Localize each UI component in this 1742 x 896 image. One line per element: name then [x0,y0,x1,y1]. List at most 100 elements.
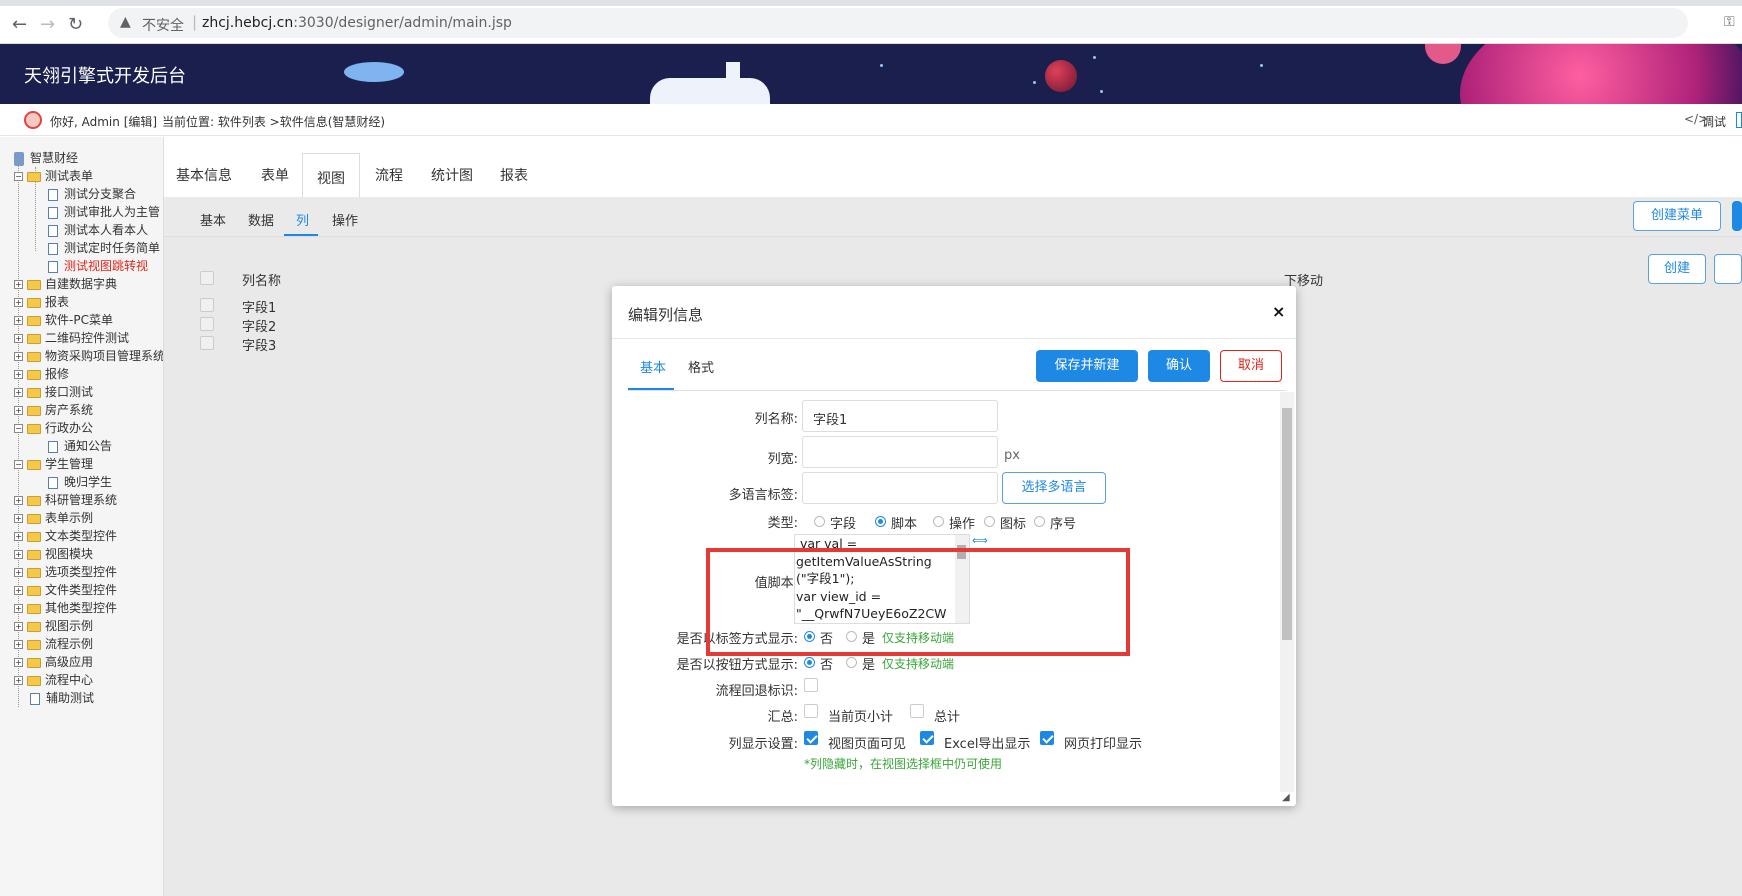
tree-item[interactable]: + 其他类型控件 [14,599,117,617]
expand-icon[interactable]: + [14,496,23,505]
close-icon[interactable]: × [1272,302,1285,321]
subtab-columns[interactable]: 列 [296,210,309,229]
expand-icon[interactable]: + [14,658,23,667]
tree-item[interactable]: 测试审批人为主管 [48,203,160,221]
tree-item[interactable]: + 流程中心 [14,671,93,689]
tree-item[interactable]: + 流程示例 [14,635,93,653]
flow-back-checkbox[interactable] [804,678,818,692]
subtab-actions[interactable]: 操作 [332,210,358,229]
tree-item[interactable]: + 二维码控件测试 [14,329,129,347]
expand-icon[interactable]: + [14,550,23,559]
tree-item[interactable]: + 科研管理系统 [14,491,117,509]
security-label[interactable]: 不安全 [142,15,184,35]
expand-icon[interactable]: + [14,676,23,685]
tab-view[interactable]: 视图 [302,153,360,202]
resize-handle-icon[interactable]: ◢ [1282,792,1290,803]
row-checkbox[interactable] [200,317,214,331]
tree-item[interactable]: 晚归学生 [48,473,112,491]
type-radio-icon[interactable] [984,516,995,527]
tree-item[interactable]: + 选项类型控件 [14,563,117,581]
subtab-basic[interactable]: 基本 [200,210,226,229]
create-menu-button[interactable]: 创建菜单 [1633,201,1721,231]
tree-item[interactable]: + 文件类型控件 [14,581,117,599]
dialog-scroll-thumb[interactable] [1282,408,1292,640]
address-bar[interactable]: ▲ 不安全 | zhcj.hebcj.cn:3030/designer/admi… [108,8,1688,38]
save-and-new-button[interactable]: 保存并新建 [1036,350,1138,382]
confirm-button[interactable]: 确认 [1148,350,1210,382]
type-radio-serial[interactable] [1034,516,1045,527]
tree-item[interactable]: − 测试表单 [14,167,93,185]
select-all-checkbox[interactable] [200,271,214,285]
row-checkbox[interactable] [200,298,214,312]
forward-icon[interactable]: → [40,14,55,35]
summary-page-checkbox[interactable] [804,704,818,718]
expand-icon[interactable]: + [14,406,23,415]
tree-item[interactable]: + 表单示例 [14,509,93,527]
expand-icon[interactable]: + [14,532,23,541]
dialog-tab-basic[interactable]: 基本 [640,357,666,376]
expand-icon[interactable]: + [14,334,23,343]
tree-item[interactable]: + 视图示例 [14,617,93,635]
expand-icon[interactable]: + [14,568,23,577]
expand-icon[interactable]: + [14,640,23,649]
type-radio-action[interactable] [933,516,944,527]
tree-item-active[interactable]: 测试视图跳转视 [48,257,148,275]
i18n-input[interactable] [802,472,998,504]
tree-item[interactable]: 辅助测试 [30,689,94,707]
tree-item[interactable]: 测试分支聚合 [48,185,136,203]
tree-item[interactable]: + 软件-PC菜单 [14,311,113,329]
type-radio-script[interactable] [875,516,886,527]
expand-icon[interactable]: + [14,604,23,613]
display-excel-checkbox[interactable] [920,731,934,745]
tab-flow[interactable]: 流程 [375,165,403,185]
collapse-icon[interactable]: − [14,460,23,469]
dialog-tab-format[interactable]: 格式 [688,357,714,376]
row-checkbox[interactable] [200,336,214,350]
expand-icon[interactable]: + [14,514,23,523]
tree-item[interactable]: + 高级应用 [14,653,93,671]
tree-item[interactable]: + 报修 [14,365,69,383]
tab-report[interactable]: 报表 [500,165,528,185]
create-button[interactable]: 创建 [1648,254,1706,284]
col-width-input[interactable] [802,436,998,468]
expand-icon[interactable]: + [14,298,23,307]
expand-icon[interactable]: + [14,352,23,361]
collapse-icon[interactable]: − [14,172,23,181]
show-as-button-no-radio[interactable] [804,657,815,668]
subtab-data[interactable]: 数据 [248,210,274,229]
edge-outline-button[interactable] [1714,254,1742,284]
reload-icon[interactable]: ↻ [68,14,83,35]
key-icon[interactable]: ⚿ [1724,14,1735,30]
edge-primary-button[interactable] [1732,201,1742,231]
collapse-icon[interactable]: − [14,424,23,433]
url-text[interactable]: zhcj.hebcj.cn:3030/designer/admin/main.j… [202,15,512,31]
tree-item[interactable]: + 接口测试 [14,383,93,401]
avatar[interactable] [24,111,42,129]
summary-total-checkbox[interactable] [910,704,924,718]
table-row[interactable]: 字段3 [242,335,276,354]
tree-item[interactable]: − 行政办公 [14,419,93,437]
expand-icon[interactable]: + [14,586,23,595]
select-language-button[interactable]: 选择多语言 [1002,472,1106,504]
tree-item[interactable]: + 物资采购项目管理系统 [14,347,163,365]
tree-item[interactable]: + 房产系统 [14,401,93,419]
tab-form[interactable]: 表单 [261,165,289,185]
debug-button[interactable]: 调试 [1702,113,1726,130]
tree-item[interactable]: + 自建数据字典 [14,275,117,293]
table-row[interactable]: 字段1 [242,297,276,316]
expand-icon[interactable]: + [14,316,23,325]
greeting[interactable]: 你好, Admin [编辑] [50,113,157,130]
expand-icon[interactable]: + [14,622,23,631]
cancel-button[interactable]: 取消 [1220,350,1282,382]
tree-item[interactable]: 通知公告 [48,437,112,455]
tree-item[interactable]: − 学生管理 [14,455,93,473]
show-as-button-yes-radio[interactable] [846,657,857,668]
display-view-checkbox[interactable] [804,731,818,745]
table-row[interactable]: 字段2 [242,316,276,335]
tree-root[interactable]: 智慧财经 [14,149,78,167]
toolbar-edge-button[interactable] [1736,112,1742,128]
display-print-checkbox[interactable] [1040,731,1054,745]
expand-icon[interactable]: + [14,280,23,289]
back-icon[interactable]: ← [12,14,27,35]
col-name-input[interactable]: 字段1 [802,400,998,432]
